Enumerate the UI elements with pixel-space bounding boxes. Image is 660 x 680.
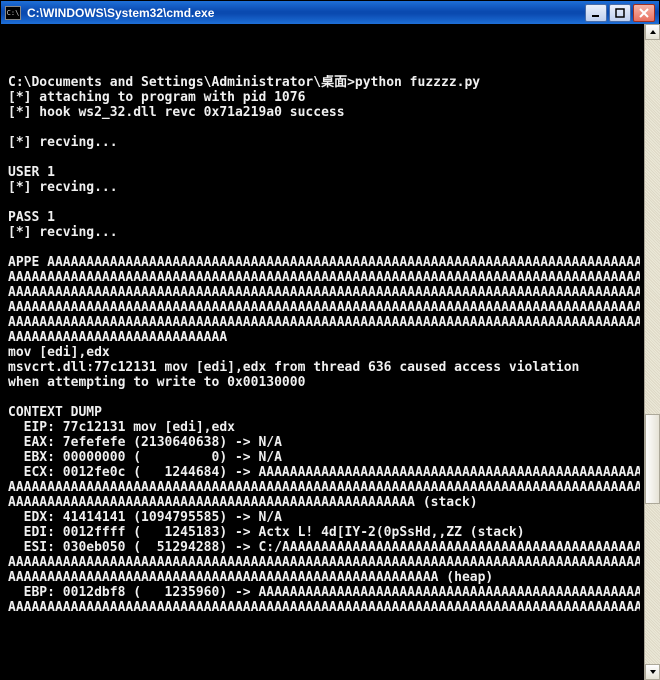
cmd-icon: C:\ bbox=[5, 6, 21, 20]
terminal-line: AAAAAAAAAAAAAAAAAAAAAAAAAAAAAAAAAAAAAAAA… bbox=[8, 495, 640, 510]
terminal-line: EDX: 41414141 (1094795585) -> N/A bbox=[8, 510, 640, 525]
window-title: C:\WINDOWS\System32\cmd.exe bbox=[27, 6, 585, 20]
terminal-line: AAAAAAAAAAAAAAAAAAAAAAAAAAAAAAAAAAAAAAAA… bbox=[8, 300, 640, 315]
terminal-line: AAAAAAAAAAAAAAAAAAAAAAAAAAAAAAAAAAAAAAAA… bbox=[8, 570, 640, 585]
terminal-line: EIP: 77c12131 mov [edi],edx bbox=[8, 420, 640, 435]
window-controls bbox=[585, 4, 655, 22]
scroll-thumb[interactable] bbox=[645, 414, 660, 504]
terminal-line: AAAAAAAAAAAAAAAAAAAAAAAAAAAAAAAAAAAAAAAA… bbox=[8, 315, 640, 330]
close-button[interactable] bbox=[633, 4, 655, 22]
terminal-line: ECX: 0012fe0c ( 1244684) -> AAAAAAAAAAAA… bbox=[8, 465, 640, 480]
terminal-output[interactable]: C:\Documents and Settings\Administrator\… bbox=[0, 24, 644, 649]
scroll-down-button[interactable] bbox=[645, 664, 660, 680]
terminal-line: AAAAAAAAAAAAAAAAAAAAAAAAAAAAAAAAAAAAAAAA… bbox=[8, 600, 640, 615]
terminal-line: mov [edi],edx bbox=[8, 345, 640, 360]
terminal-line bbox=[8, 60, 640, 75]
maximize-button[interactable] bbox=[609, 4, 631, 22]
terminal-line: C:\Documents and Settings\Administrator\… bbox=[8, 75, 640, 90]
terminal-line: [*] attaching to program with pid 1076 bbox=[8, 90, 640, 105]
terminal-line: [*] recving... bbox=[8, 225, 640, 240]
terminal-line: msvcrt.dll:77c12131 mov [edi],edx from t… bbox=[8, 360, 640, 375]
terminal-line bbox=[8, 195, 640, 210]
terminal-line: EBP: 0012dbf8 ( 1235960) -> AAAAAAAAAAAA… bbox=[8, 585, 640, 600]
terminal-line: EAX: 7efefefe (2130640638) -> N/A bbox=[8, 435, 640, 450]
terminal-line: [*] recving... bbox=[8, 135, 640, 150]
terminal-line: AAAAAAAAAAAAAAAAAAAAAAAAAAAAAAAAAAAAAAAA… bbox=[8, 285, 640, 300]
terminal-area: C:\Documents and Settings\Administrator\… bbox=[0, 24, 644, 680]
terminal-line: when attempting to write to 0x00130000 bbox=[8, 375, 640, 390]
terminal-line: AAAAAAAAAAAAAAAAAAAAAAAAAAAAAAAAAAAAAAAA… bbox=[8, 480, 640, 495]
terminal-line: EBX: 00000000 ( 0) -> N/A bbox=[8, 450, 640, 465]
terminal-line bbox=[8, 240, 640, 255]
terminal-line: ESI: 030eb050 ( 51294288) -> C:/AAAAAAAA… bbox=[8, 540, 640, 555]
terminal-line: APPE AAAAAAAAAAAAAAAAAAAAAAAAAAAAAAAAAAA… bbox=[8, 255, 640, 270]
terminal-line bbox=[8, 390, 640, 405]
scroll-up-button[interactable] bbox=[645, 24, 660, 40]
terminal-line: EDI: 0012ffff ( 1245183) -> Actx L! 4d[I… bbox=[8, 525, 640, 540]
terminal-line: CONTEXT DUMP bbox=[8, 405, 640, 420]
cmd-window: C:\ C:\WINDOWS\System32\cmd.exe C:\Docum… bbox=[0, 0, 660, 680]
scroll-track[interactable] bbox=[645, 40, 660, 664]
terminal-line: [*] hook ws2_32.dll revc 0x71a219a0 succ… bbox=[8, 105, 640, 120]
terminal-line: AAAAAAAAAAAAAAAAAAAAAAAAAAAA bbox=[8, 330, 640, 345]
terminal-line: PASS 1 bbox=[8, 210, 640, 225]
terminal-line bbox=[8, 150, 640, 165]
titlebar[interactable]: C:\ C:\WINDOWS\System32\cmd.exe bbox=[1, 1, 659, 25]
minimize-button[interactable] bbox=[585, 4, 607, 22]
terminal-line: USER 1 bbox=[8, 165, 640, 180]
terminal-line: AAAAAAAAAAAAAAAAAAAAAAAAAAAAAAAAAAAAAAAA… bbox=[8, 270, 640, 285]
vertical-scrollbar[interactable] bbox=[644, 24, 660, 680]
terminal-line: AAAAAAAAAAAAAAAAAAAAAAAAAAAAAAAAAAAAAAAA… bbox=[8, 555, 640, 570]
terminal-line: [*] recving... bbox=[8, 180, 640, 195]
terminal-line bbox=[8, 120, 640, 135]
